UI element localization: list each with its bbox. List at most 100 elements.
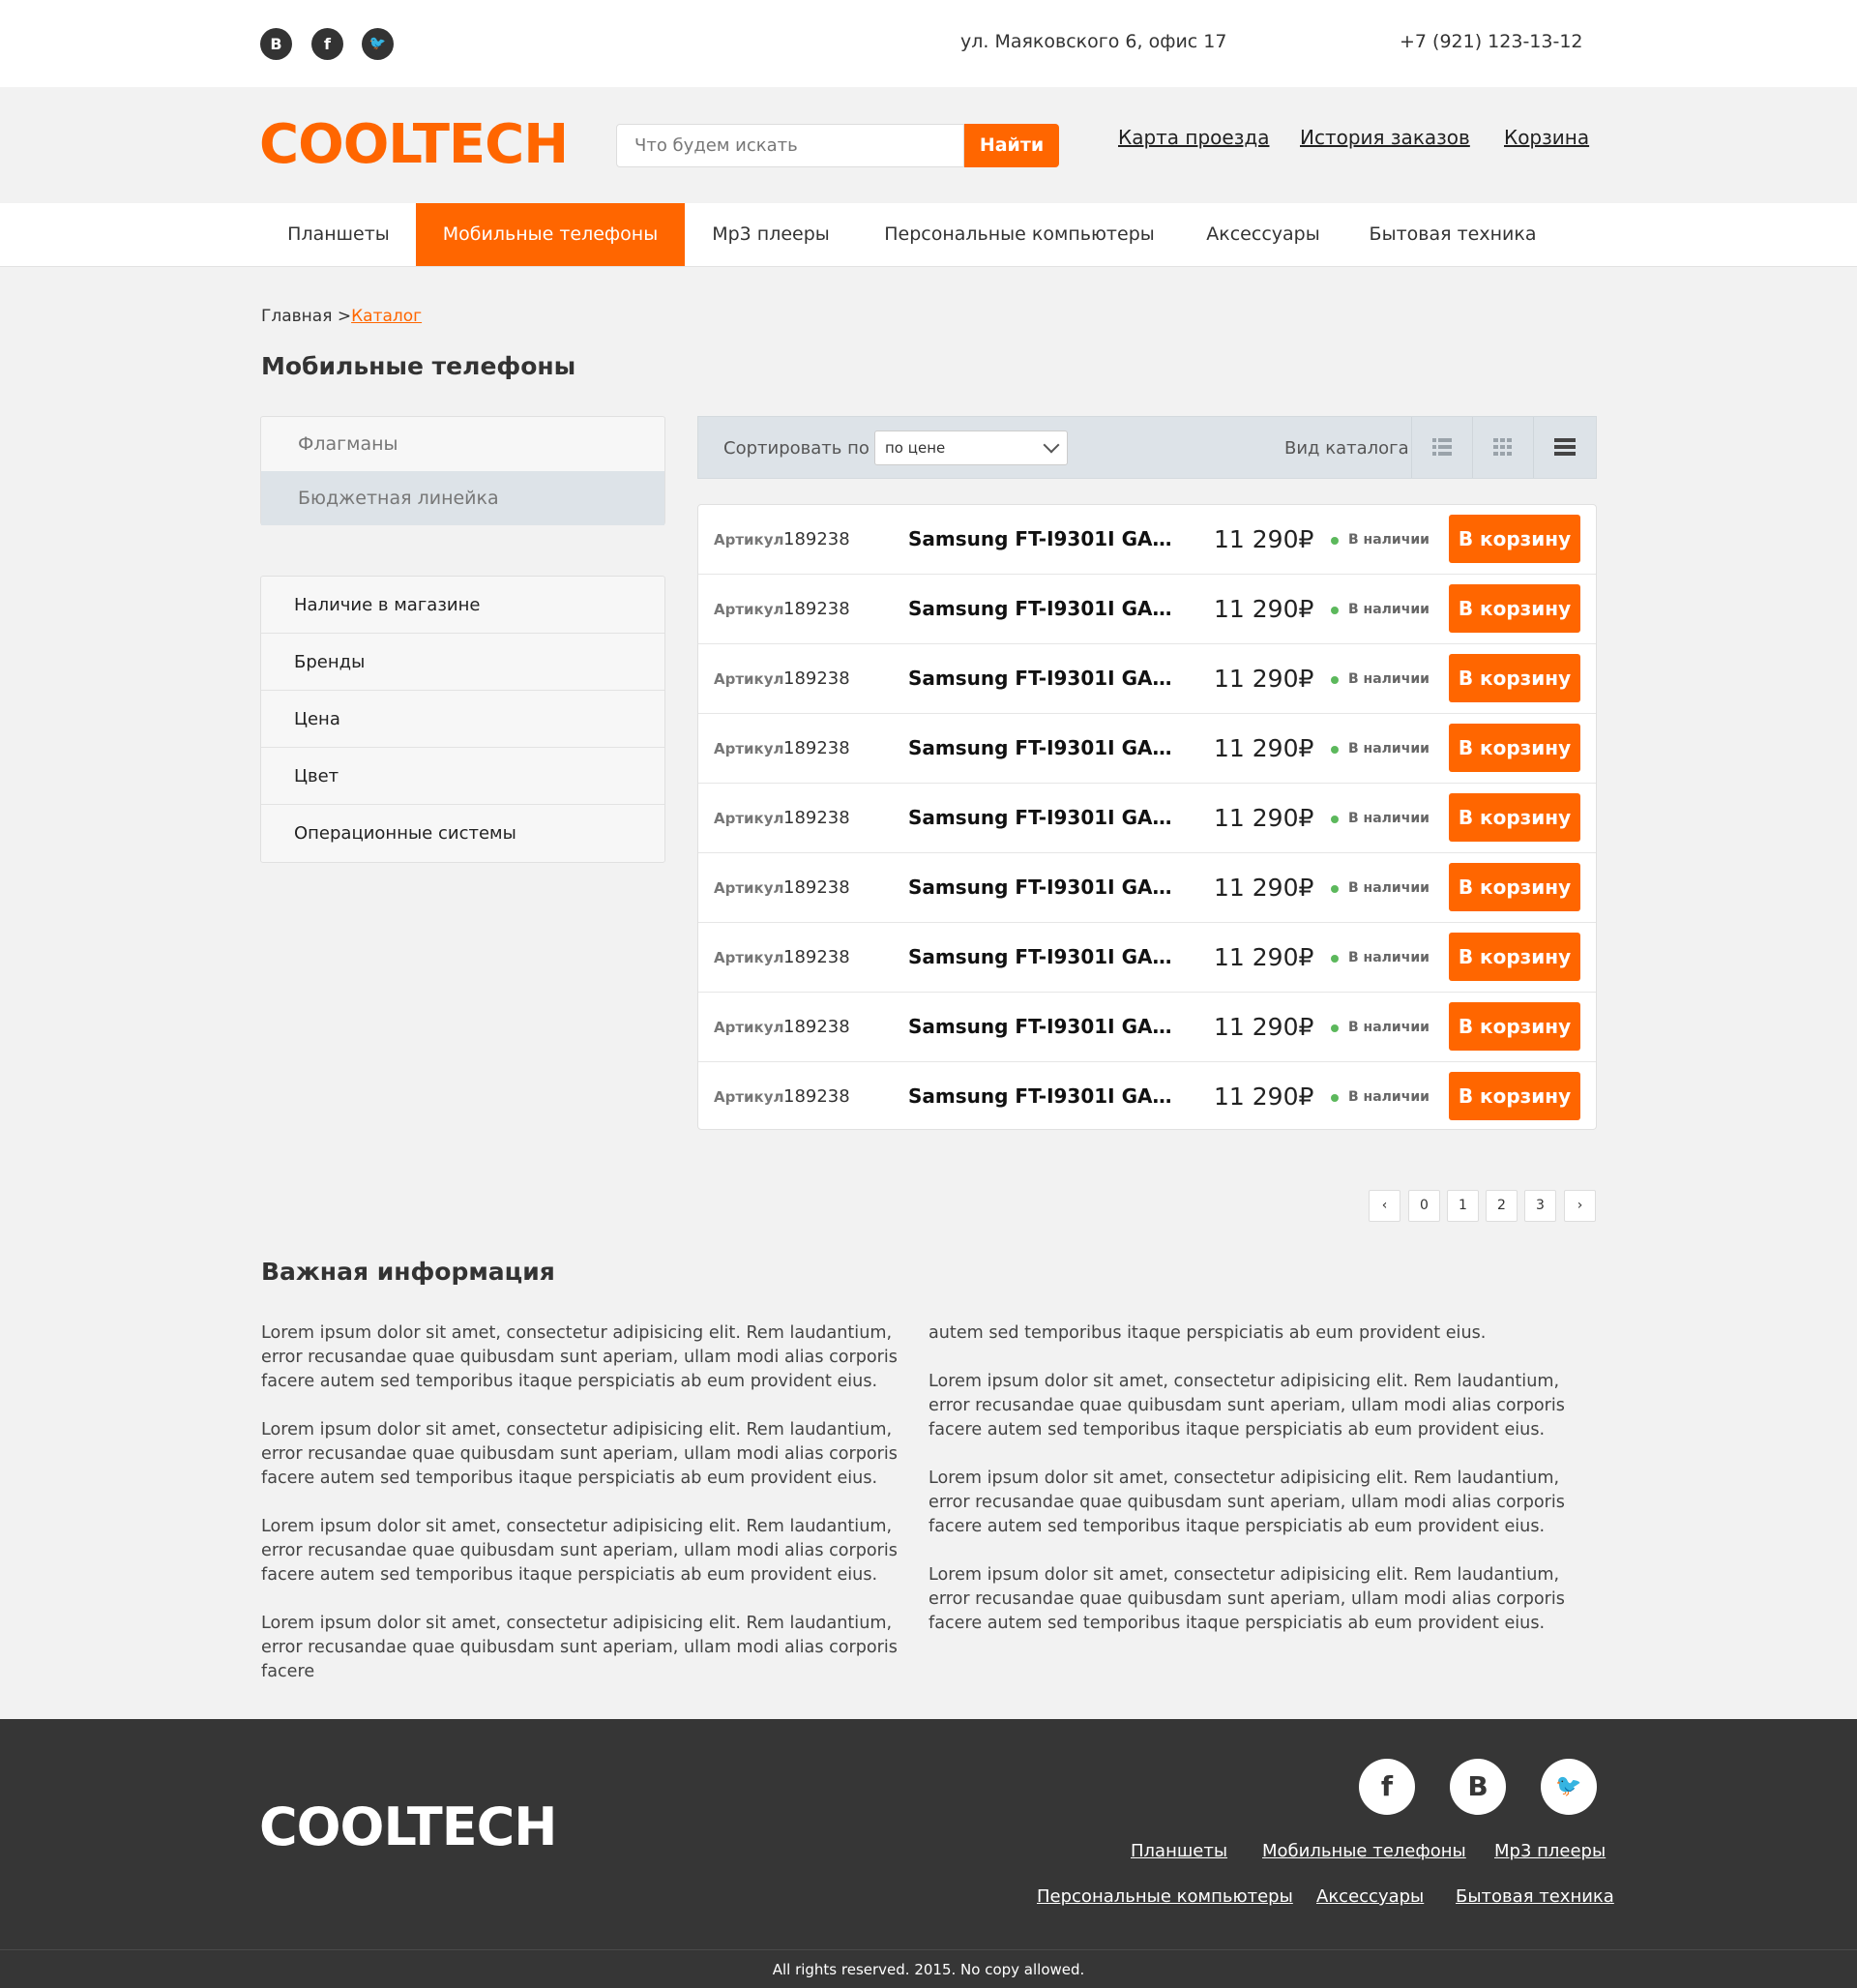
product-row: Артикул 189238 Samsung FT-I9301I GALAXY … — [698, 993, 1596, 1062]
article-label: Артикул — [714, 879, 784, 897]
product-row: Артикул 189238 Samsung FT-I9301I GALAXY … — [698, 714, 1596, 784]
grid-icon[interactable] — [1472, 417, 1533, 478]
filter-brands[interactable]: Бренды — [261, 634, 664, 691]
footer-logo[interactable]: COOLTECH — [259, 1796, 557, 1857]
nav-item-tablets[interactable]: Планшеты — [261, 203, 416, 266]
stock-status: В наличии — [1348, 880, 1430, 896]
pagination-prev[interactable]: ‹ — [1369, 1190, 1400, 1222]
add-to-cart-button[interactable]: В корзину — [1449, 1072, 1580, 1120]
product-row: Артикул 189238 Samsung FT-I9301I GALAXY … — [698, 505, 1596, 575]
info-title: Важная информация — [261, 1258, 555, 1286]
product-name[interactable]: Samsung FT-I9301I GALAXY S3 Neo — [908, 875, 1179, 899]
article-number: 189238 — [783, 738, 850, 758]
page-title: Мобильные телефоны — [261, 352, 576, 380]
article-number: 189238 — [783, 599, 850, 619]
product-name[interactable]: Samsung FT-I9301I GALAXY S3 Neo — [908, 527, 1179, 550]
filter-list: Наличие в магазине Бренды Цена Цвет Опер… — [260, 576, 665, 863]
add-to-cart-button[interactable]: В корзину — [1449, 1002, 1580, 1051]
category-budget[interactable]: Бюджетная линейка — [261, 471, 664, 525]
list-icon[interactable] — [1533, 417, 1594, 478]
stock-status: В наличии — [1348, 1020, 1430, 1035]
product-name[interactable]: Samsung FT-I9301I GALAXY S3 Neo — [908, 597, 1179, 620]
sort-label: Сортировать по — [723, 438, 870, 459]
chevron-down-icon — [1043, 436, 1060, 454]
filter-price[interactable]: Цена — [261, 691, 664, 748]
filter-os[interactable]: Операционные системы — [261, 805, 664, 862]
pagination-page-1[interactable]: 1 — [1447, 1190, 1479, 1222]
pagination-page-2[interactable]: 2 — [1486, 1190, 1518, 1222]
facebook-icon[interactable]: f — [311, 28, 343, 60]
footer-link-appliances[interactable]: Бытовая техника — [1456, 1886, 1614, 1907]
product-row: Артикул 189238 Samsung FT-I9301I GALAXY … — [698, 644, 1596, 714]
nav-item-mp3[interactable]: Mp3 плееры — [685, 203, 857, 266]
catalog-toolbar: Сортировать по по цене Вид каталога — [697, 416, 1597, 479]
add-to-cart-button[interactable]: В корзину — [1449, 933, 1580, 981]
footer-link-pc[interactable]: Персональные компьютеры — [1037, 1886, 1293, 1907]
footer-link-mobile-phones[interactable]: Мобильные телефоны — [1262, 1841, 1466, 1861]
add-to-cart-button[interactable]: В корзину — [1449, 793, 1580, 842]
nav-item-pc[interactable]: Персональные компьютеры — [857, 203, 1182, 266]
stock-status: В наличии — [1348, 532, 1430, 548]
map-link[interactable]: Карта проезда — [1118, 126, 1269, 149]
article-label: Артикул — [714, 740, 784, 757]
product-row: Артикул 189238 Samsung FT-I9301I GALAXY … — [698, 784, 1596, 853]
logo[interactable]: COOLTECH — [259, 116, 569, 174]
add-to-cart-button[interactable]: В корзину — [1449, 584, 1580, 633]
filter-availability[interactable]: Наличие в магазине — [261, 577, 664, 634]
stock-status: В наличии — [1348, 950, 1430, 965]
nav-item-appliances[interactable]: Бытовая техника — [1344, 203, 1561, 266]
product-price: 11 290₽ — [1214, 525, 1314, 553]
vk-icon[interactable]: B — [1450, 1759, 1506, 1815]
breadcrumb-catalog[interactable]: Каталог — [351, 307, 422, 326]
in-stock-dot-icon — [1331, 607, 1339, 614]
pagination-page-0[interactable]: 0 — [1408, 1190, 1440, 1222]
sort-select[interactable]: по цене — [874, 430, 1068, 465]
address: ул. Маяковского 6, офис 17 — [960, 31, 1227, 52]
twitter-icon[interactable]: 🐦 — [1541, 1759, 1597, 1815]
article-label: Артикул — [714, 670, 784, 688]
nav-item-accessories[interactable]: Аксессуары — [1182, 203, 1344, 266]
info-paragraph: Lorem ipsum dolor sit amet, consectetur … — [261, 1323, 898, 1391]
footer-link-mp3[interactable]: Mp3 плееры — [1494, 1841, 1606, 1861]
in-stock-dot-icon — [1331, 885, 1339, 893]
article-number: 189238 — [783, 877, 850, 898]
footer-link-accessories[interactable]: Аксессуары — [1316, 1886, 1424, 1907]
add-to-cart-button[interactable]: В корзину — [1449, 515, 1580, 563]
category-flagships[interactable]: Флагманы — [261, 417, 664, 471]
twitter-icon[interactable]: 🐦 — [362, 28, 394, 60]
pagination-next[interactable]: › — [1564, 1190, 1596, 1222]
product-name[interactable]: Samsung FT-I9301I GALAXY S3 Neo — [908, 736, 1179, 759]
info-paragraph: Lorem ipsum dolor sit amet, consectetur … — [928, 1372, 1565, 1439]
add-to-cart-button[interactable]: В корзину — [1449, 724, 1580, 772]
product-name[interactable]: Samsung FT-I9301I GALAXY S3 Neo — [908, 667, 1179, 690]
in-stock-dot-icon — [1331, 537, 1339, 545]
cart-link[interactable]: Корзина — [1504, 126, 1589, 149]
breadcrumb-home[interactable]: Главная — [261, 307, 332, 326]
search-button[interactable]: Найти — [964, 124, 1059, 167]
info-column-right: autem sed temporibus itaque perspiciatis… — [928, 1321, 1590, 1660]
stock-status: В наличии — [1348, 811, 1430, 826]
stock-status: В наличии — [1348, 602, 1430, 617]
footer-link-tablets[interactable]: Планшеты — [1131, 1841, 1227, 1861]
product-name[interactable]: Samsung FT-I9301I GALAXY S3 Neo — [908, 1015, 1179, 1038]
in-stock-dot-icon — [1331, 1094, 1339, 1102]
order-history-link[interactable]: История заказов — [1300, 126, 1470, 149]
product-name[interactable]: Samsung FT-I9301I GALAXY S3 Neo — [908, 945, 1179, 968]
search-input[interactable]: Что будем искать — [616, 124, 964, 167]
add-to-cart-button[interactable]: В корзину — [1449, 863, 1580, 911]
pagination-page-3[interactable]: 3 — [1524, 1190, 1556, 1222]
category-list: Флагманы Бюджетная линейка — [260, 416, 665, 525]
info-column-left: Lorem ipsum dolor sit amet, consectetur … — [261, 1321, 923, 1708]
in-stock-dot-icon — [1331, 955, 1339, 963]
filter-color[interactable]: Цвет — [261, 748, 664, 805]
product-name[interactable]: Samsung FT-I9301I GALAXY S3 Neo — [908, 806, 1179, 829]
in-stock-dot-icon — [1331, 816, 1339, 823]
nav-item-mobile-phones[interactable]: Мобильные телефоны — [416, 203, 685, 266]
list-detail-icon[interactable] — [1411, 417, 1472, 478]
facebook-icon[interactable]: f — [1359, 1759, 1415, 1815]
in-stock-dot-icon — [1331, 746, 1339, 754]
vk-icon[interactable]: B — [260, 28, 292, 60]
info-paragraph: Lorem ipsum dolor sit amet, consectetur … — [928, 1469, 1565, 1536]
product-name[interactable]: Samsung FT-I9301I GALAXY S3 Neo — [908, 1084, 1179, 1108]
add-to-cart-button[interactable]: В корзину — [1449, 654, 1580, 702]
